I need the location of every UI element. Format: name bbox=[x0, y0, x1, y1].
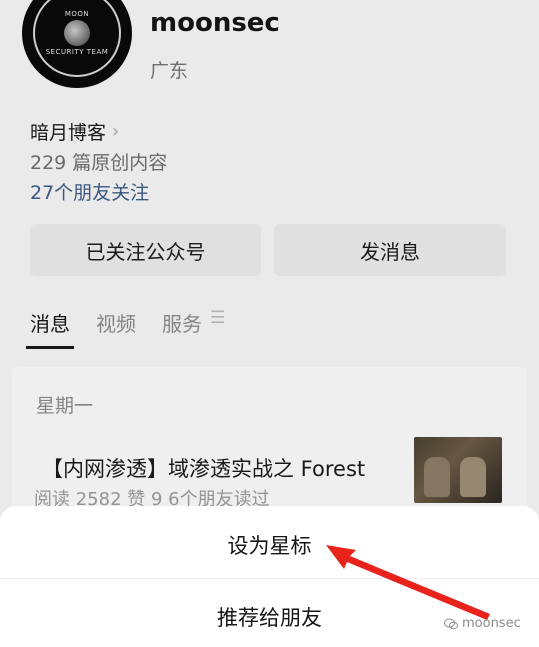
wechat-icon bbox=[444, 618, 458, 629]
watermark: moonsec bbox=[444, 616, 521, 631]
sheet-divider bbox=[0, 578, 539, 579]
watermark-text: moonsec bbox=[462, 616, 521, 631]
profile-page: MOON SECURITY TEAM moonsec 广东 暗月博客 › 229… bbox=[0, 0, 539, 647]
set-star-button[interactable]: 设为星标 bbox=[0, 530, 539, 560]
